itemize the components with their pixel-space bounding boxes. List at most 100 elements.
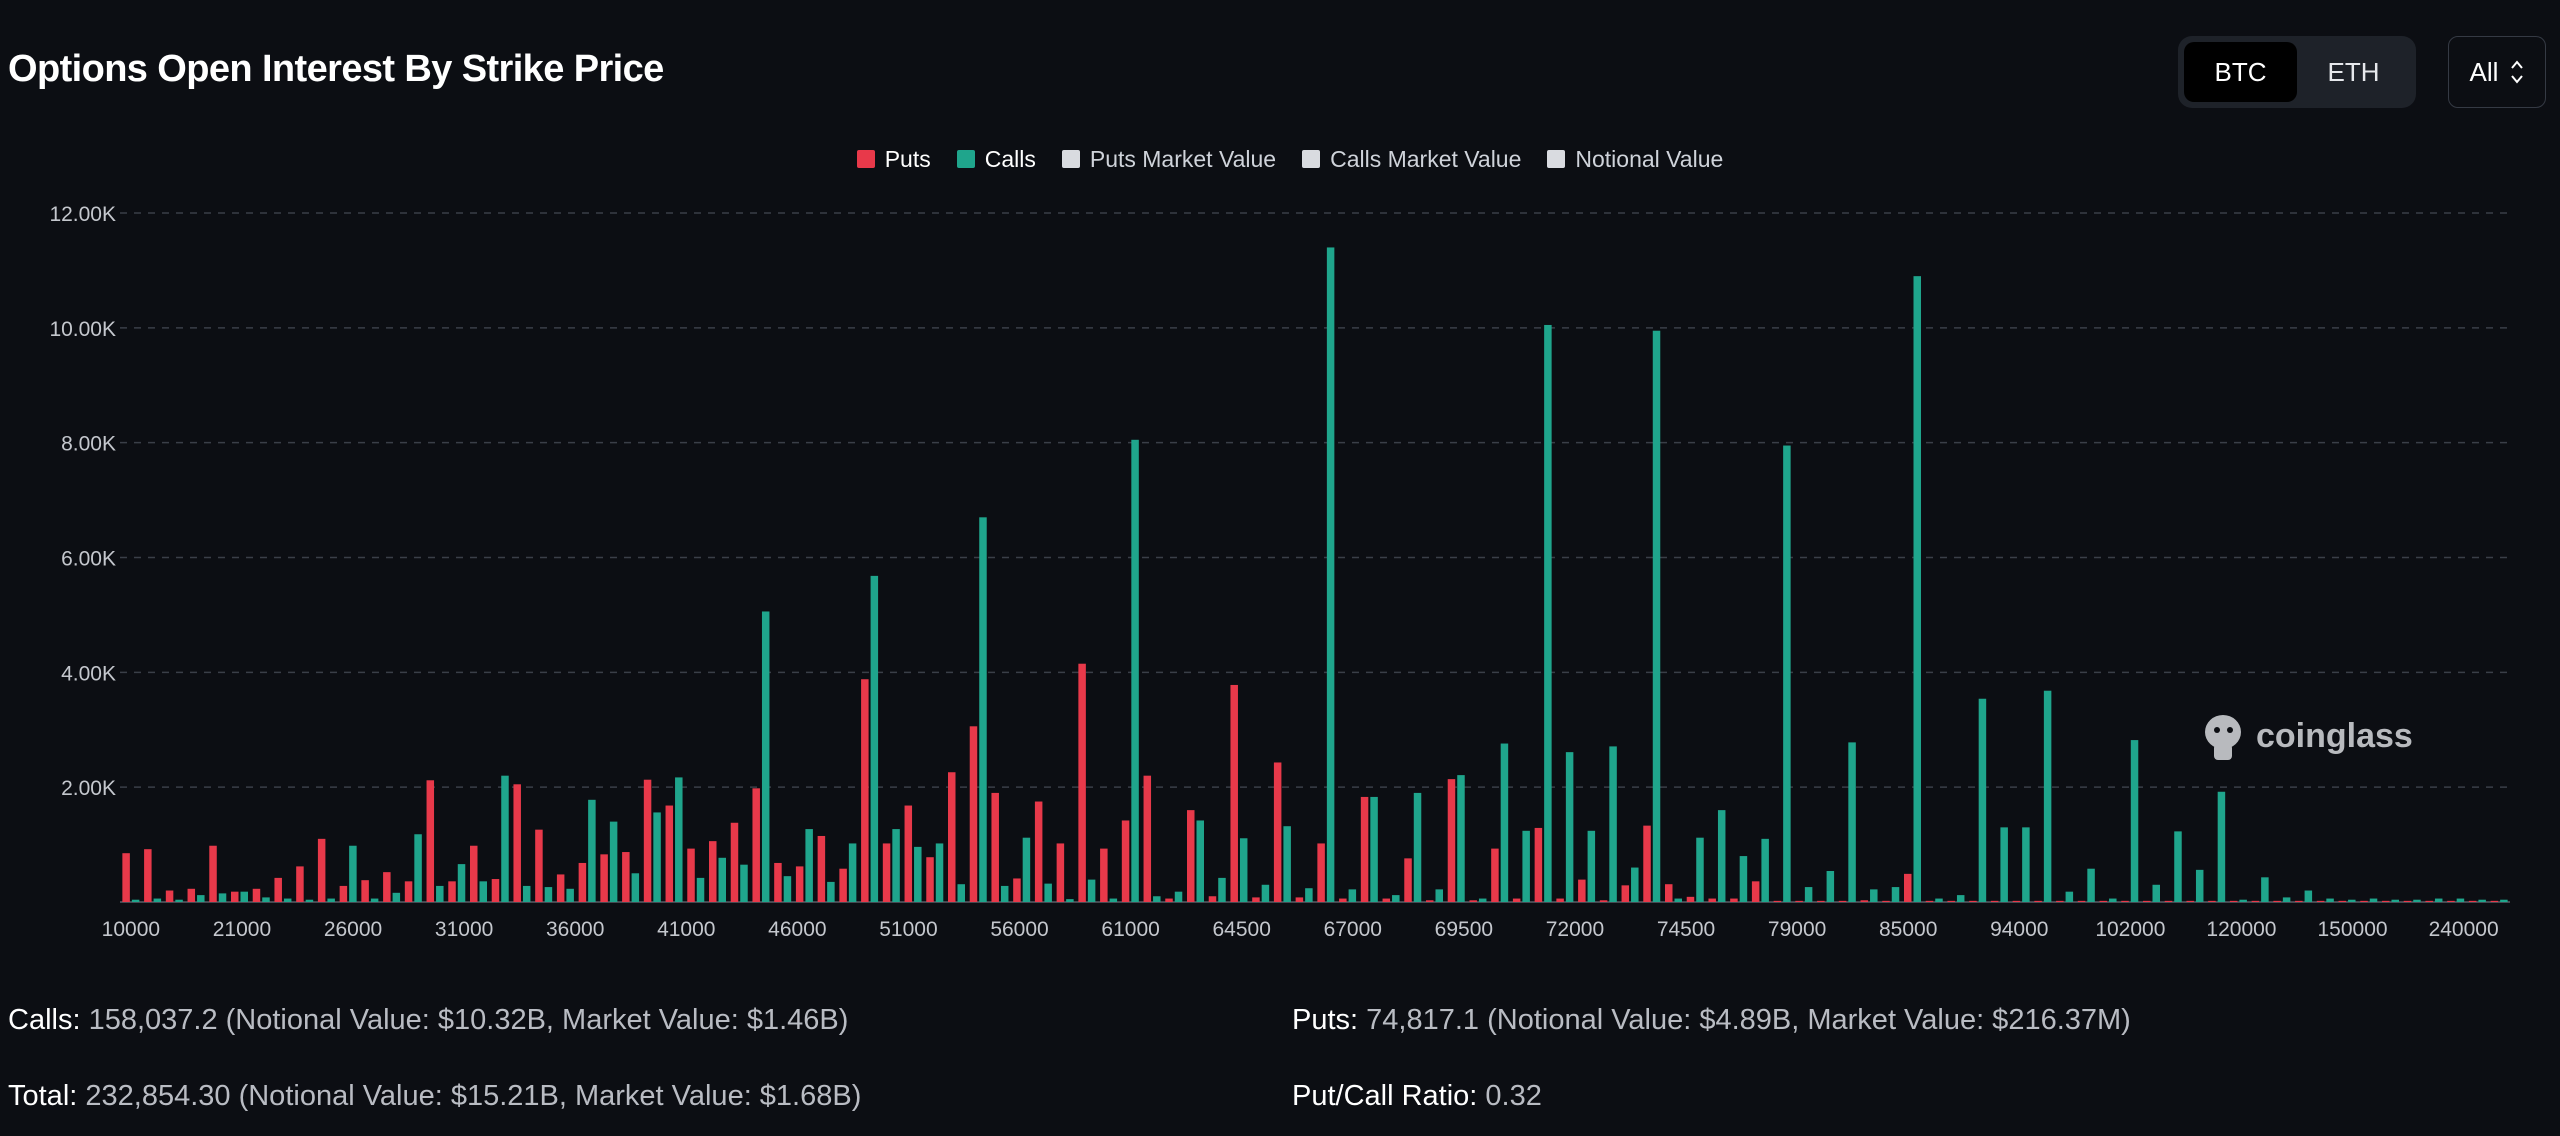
puts-bar[interactable] [1947, 900, 1955, 902]
calls-bar[interactable] [218, 893, 227, 902]
calls-bar[interactable] [2326, 898, 2334, 902]
puts-bar[interactable] [904, 805, 913, 902]
puts-bar[interactable] [1121, 820, 1130, 902]
puts-bar[interactable] [1925, 900, 1934, 902]
calls-bar[interactable] [2478, 899, 2486, 902]
calls-bar[interactable] [2043, 690, 2052, 902]
calls-bar[interactable] [1870, 889, 1878, 902]
puts-bar[interactable] [404, 881, 413, 902]
puts-bar[interactable] [1990, 900, 1999, 902]
calls-bar[interactable] [1457, 775, 1465, 902]
calls-bar[interactable] [2500, 899, 2508, 902]
puts-bar[interactable] [2099, 900, 2108, 902]
calls-bar[interactable] [2087, 868, 2095, 902]
calls-bar[interactable] [327, 898, 335, 902]
puts-bar[interactable] [1730, 898, 1738, 902]
calls-bar[interactable] [1153, 896, 1161, 902]
puts-bar[interactable] [1882, 900, 1890, 902]
puts-bar[interactable] [1143, 775, 1152, 902]
calls-bar[interactable] [2065, 891, 2074, 902]
calls-bar[interactable] [588, 799, 596, 902]
puts-bar[interactable] [1491, 848, 1499, 902]
puts-bar[interactable] [1230, 684, 1238, 902]
calls-bar[interactable] [2456, 898, 2465, 902]
calls-bar[interactable] [761, 611, 770, 902]
calls-bar[interactable] [631, 873, 640, 902]
puts-bar[interactable] [1187, 810, 1195, 902]
puts-bar[interactable] [2229, 900, 2238, 902]
calls-bar[interactable] [1283, 826, 1291, 902]
puts-bar[interactable] [1426, 900, 1434, 902]
calls-bar[interactable] [740, 864, 748, 902]
puts-bar[interactable] [317, 838, 326, 902]
calls-bar[interactable] [805, 829, 813, 902]
calls-bar[interactable] [1131, 439, 1139, 902]
puts-bar[interactable] [470, 845, 478, 902]
puts-bar[interactable] [1100, 848, 1108, 902]
puts-bar[interactable] [2208, 900, 2216, 902]
puts-bar[interactable] [795, 866, 804, 902]
calls-bar[interactable] [2282, 897, 2291, 902]
puts-bar[interactable] [1165, 898, 1173, 902]
puts-bar[interactable] [513, 784, 521, 902]
puts-bar[interactable] [2056, 900, 2064, 902]
puts-bar[interactable] [1273, 762, 1282, 902]
calls-bar[interactable] [1066, 899, 1074, 902]
puts-bar[interactable] [1339, 898, 1347, 902]
calls-bar[interactable] [2348, 899, 2356, 902]
calls-bar[interactable] [305, 899, 314, 902]
puts-bar[interactable] [209, 845, 217, 902]
puts-bar[interactable] [1469, 900, 1477, 902]
calls-bar[interactable] [1392, 895, 1400, 902]
calls-bar[interactable] [175, 899, 183, 902]
calls-bar[interactable] [1891, 887, 1900, 902]
puts-bar[interactable] [556, 874, 565, 902]
calls-bar[interactable] [1413, 792, 1422, 902]
puts-bar[interactable] [1013, 878, 1021, 902]
puts-bar[interactable] [361, 880, 369, 902]
puts-bar[interactable] [1556, 898, 1564, 902]
puts-bar[interactable] [1643, 825, 1651, 902]
puts-bar[interactable] [1795, 900, 1803, 902]
puts-bar[interactable] [144, 849, 152, 902]
calls-bar[interactable] [544, 887, 553, 902]
puts-bar[interactable] [2447, 900, 2455, 902]
calls-bar[interactable] [1804, 887, 1813, 902]
calls-bar[interactable] [1739, 856, 1748, 902]
puts-bar[interactable] [687, 848, 695, 902]
puts-bar[interactable] [861, 679, 869, 902]
calls-bar[interactable] [1674, 898, 1683, 902]
puts-bar[interactable] [839, 868, 847, 902]
calls-bar[interactable] [501, 775, 509, 902]
calls-bar[interactable] [609, 821, 618, 902]
calls-bar[interactable] [2195, 869, 2204, 902]
puts-bar[interactable] [383, 872, 391, 902]
calls-bar[interactable] [262, 897, 270, 902]
calls-bar[interactable] [1348, 889, 1357, 902]
puts-bar[interactable] [1295, 897, 1304, 902]
puts-bar[interactable] [643, 779, 652, 902]
puts-bar[interactable] [2295, 900, 2303, 902]
calls-bar[interactable] [1109, 898, 1118, 902]
calls-bar[interactable] [197, 895, 205, 902]
puts-bar[interactable] [817, 835, 826, 902]
puts-bar[interactable] [1447, 779, 1456, 902]
calls-bar[interactable] [1565, 752, 1574, 902]
calls-bar[interactable] [2022, 827, 2030, 902]
calls-bar[interactable] [1717, 810, 1726, 902]
puts-bar[interactable] [1686, 896, 1695, 902]
calls-bar[interactable] [935, 843, 944, 902]
calls-bar[interactable] [2413, 899, 2421, 902]
puts-bar[interactable] [1578, 879, 1586, 902]
puts-bar[interactable] [2338, 900, 2347, 902]
puts-bar[interactable] [948, 772, 956, 902]
calls-bar[interactable] [392, 892, 401, 902]
puts-bar[interactable] [1360, 796, 1369, 902]
calls-bar[interactable] [2174, 831, 2182, 902]
puts-bar[interactable] [2360, 900, 2368, 902]
puts-bar[interactable] [1512, 898, 1521, 902]
calls-bar[interactable] [1826, 870, 1835, 902]
puts-bar[interactable] [1534, 827, 1543, 902]
calls-bar[interactable] [696, 877, 705, 902]
calls-bar[interactable] [1587, 830, 1596, 902]
